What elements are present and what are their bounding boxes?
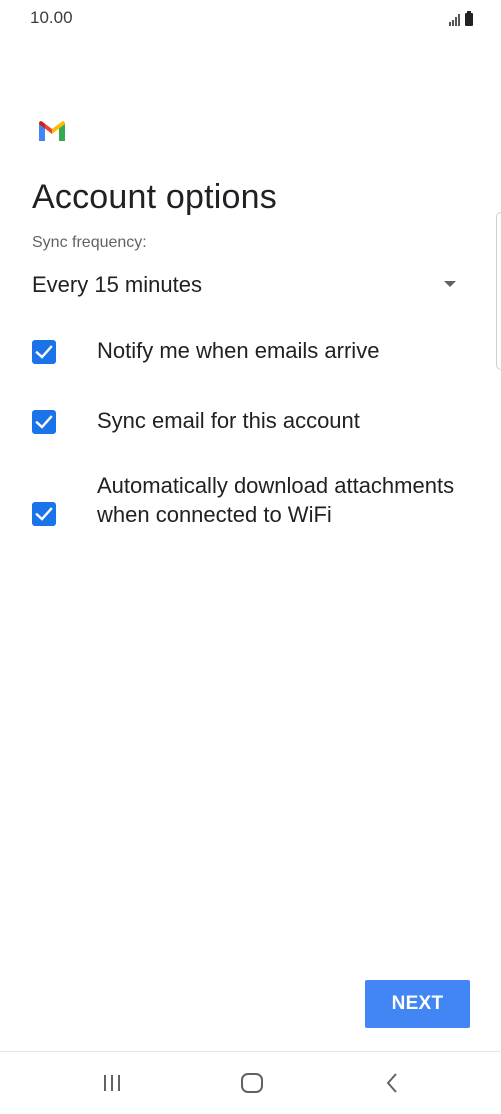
status-icons xyxy=(449,10,473,26)
checkmark-icon xyxy=(35,345,53,359)
sync-frequency-label: Sync frequency: xyxy=(32,234,147,251)
option-notify[interactable]: Notify me when emails arrive xyxy=(32,336,452,368)
battery-icon xyxy=(465,11,473,26)
checkmark-icon xyxy=(35,415,53,429)
sync-email-label: Sync email for this account xyxy=(97,408,360,433)
checkmark-icon xyxy=(35,507,53,521)
notify-checkbox[interactable] xyxy=(32,340,56,364)
status-bar: 10.00 xyxy=(0,0,501,36)
navigation-bar xyxy=(0,1052,501,1114)
home-button[interactable] xyxy=(212,1052,292,1114)
notify-label: Notify me when emails arrive xyxy=(97,338,380,363)
status-time: 10.00 xyxy=(30,8,73,27)
back-icon xyxy=(386,1073,397,1093)
sync-frequency-dropdown[interactable]: Every 15 minutes xyxy=(32,266,460,306)
home-icon xyxy=(241,1073,263,1093)
auto-download-label: Automatically download attachments when … xyxy=(97,473,455,527)
gmail-logo-icon xyxy=(39,121,65,141)
sync-email-checkbox[interactable] xyxy=(32,410,56,434)
back-button[interactable] xyxy=(352,1052,432,1114)
option-sync-email[interactable]: Sync email for this account xyxy=(32,406,452,438)
scroll-indicator[interactable] xyxy=(496,212,501,370)
dropdown-arrow-icon xyxy=(444,281,456,287)
sync-frequency-value: Every 15 minutes xyxy=(32,272,202,297)
recent-apps-icon xyxy=(104,1075,120,1091)
option-auto-download[interactable]: Automatically download attachments when … xyxy=(32,471,454,561)
recent-apps-button[interactable] xyxy=(72,1052,152,1114)
next-button[interactable]: NEXT xyxy=(365,980,470,1028)
signal-icon xyxy=(449,13,460,26)
auto-download-checkbox[interactable] xyxy=(32,502,56,526)
page-title: Account options xyxy=(32,178,277,216)
